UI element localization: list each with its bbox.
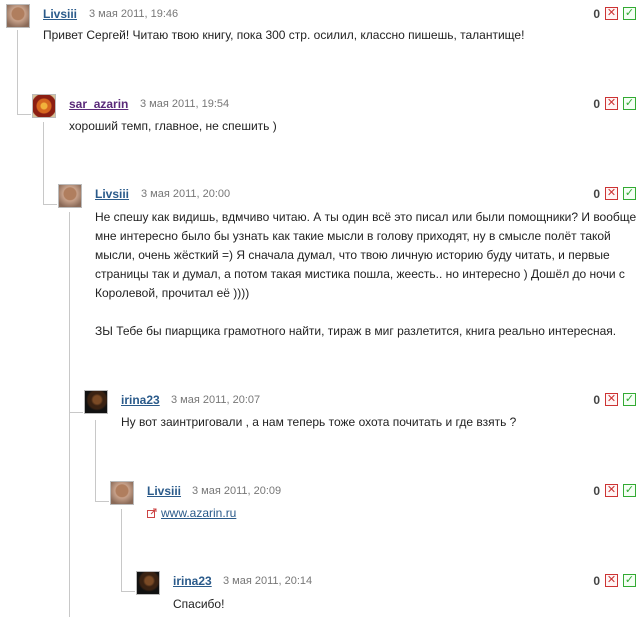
comment: irina23 3 мая 2011, 20:07 0 ✕ ✓ Ну вот з…	[84, 390, 640, 435]
avatar[interactable]	[136, 571, 160, 595]
thread-line	[17, 114, 31, 115]
comment-line: мысли, очень жёсткий =) Я сначала думал,…	[95, 248, 610, 262]
comment-line: хороший темп, главное, не спешить )	[69, 119, 277, 133]
comment-date: 3 мая 2011, 20:09	[192, 485, 282, 497]
comment-date: 3 мая 2011, 19:46	[89, 8, 179, 20]
comment-score: 0	[593, 187, 600, 201]
comment-line: страницы так и думал, а потом такая мист…	[95, 267, 625, 281]
comment-line: Ну вот заинтриговали , а нам теперь тоже…	[121, 415, 517, 429]
thread-line	[95, 501, 109, 502]
comment-score: 0	[593, 97, 600, 111]
avatar[interactable]	[6, 4, 30, 28]
comment-date: 3 мая 2011, 20:07	[171, 394, 261, 406]
vote-down-icon[interactable]: ✕	[605, 97, 618, 110]
comment-line: Спасибо!	[173, 597, 225, 611]
vote-down-icon[interactable]: ✕	[605, 7, 618, 20]
comment-text: хороший темп, главное, не спешить )	[69, 117, 640, 136]
external-link-icon	[147, 508, 157, 518]
comment-line: Королевой, прочитал её ))))	[95, 286, 250, 300]
avatar[interactable]	[110, 481, 134, 505]
vote-up-icon[interactable]: ✓	[623, 97, 636, 110]
comment-date: 3 мая 2011, 19:54	[140, 98, 230, 110]
comment: Livsiii 3 мая 2011, 20:00 0 ✕ ✓ Не спешу…	[58, 184, 640, 344]
comment-text: Не спешу как видишь, вдмчиво читаю. А ты…	[95, 208, 640, 341]
avatar[interactable]	[84, 390, 108, 414]
author-link[interactable]: irina23	[173, 574, 212, 588]
avatar[interactable]	[32, 94, 56, 118]
vote-down-icon[interactable]: ✕	[605, 393, 618, 406]
comment-line: www.azarin.ru	[147, 504, 640, 523]
vote-up-icon[interactable]: ✓	[623, 484, 636, 497]
comment: sar_azarin 3 мая 2011, 19:54 0 ✕ ✓ хорош…	[32, 94, 640, 139]
vote-down-icon[interactable]: ✕	[605, 187, 618, 200]
comment-score: 0	[593, 484, 600, 498]
comment: Livsiii 3 мая 2011, 20:09 0 ✕ ✓ www.azar…	[110, 481, 640, 526]
vote-down-icon[interactable]: ✕	[605, 574, 618, 587]
author-link[interactable]: Livsiii	[43, 7, 77, 21]
avatar[interactable]	[58, 184, 82, 208]
author-link[interactable]: Livsiii	[147, 484, 181, 498]
vote-down-icon[interactable]: ✕	[605, 484, 618, 497]
comment-line	[95, 303, 640, 322]
author-link[interactable]: sar_azarin	[69, 97, 128, 111]
comment-header: irina23 3 мая 2011, 20:14 0 ✕ ✓	[136, 571, 640, 597]
comment-text: Привет Сергей! Читаю твою книгу, пока 30…	[43, 26, 640, 45]
comment: Livsiii 3 мая 2011, 19:46 0 ✕ ✓ Привет С…	[6, 4, 640, 49]
comment-line: Привет Сергей! Читаю твою книгу, пока 30…	[43, 28, 525, 42]
comment-date: 3 мая 2011, 20:14	[223, 575, 313, 587]
author-link[interactable]: irina23	[121, 393, 160, 407]
thread-line	[43, 204, 57, 205]
thread-line	[121, 591, 135, 592]
comment-line: Не спешу как видишь, вдмчиво читаю. А ты…	[95, 210, 637, 224]
vote-up-icon[interactable]: ✓	[623, 7, 636, 20]
comment-line: мне интересно было бы узнать как такие м…	[95, 229, 611, 243]
comment-line: ЗЫ Тебе бы пиарщика грамотного найти, ти…	[95, 324, 617, 338]
comment-score: 0	[593, 7, 600, 21]
comment-date: 3 мая 2011, 20:00	[141, 188, 231, 200]
comment-score: 0	[593, 393, 600, 407]
author-link[interactable]: Livsiii	[95, 187, 129, 201]
thread-line	[69, 412, 83, 413]
comment-header: Livsiii 3 мая 2011, 20:00 0 ✕ ✓	[58, 184, 640, 210]
vote-up-icon[interactable]: ✓	[623, 187, 636, 200]
comment-text: www.azarin.ru	[147, 504, 640, 523]
vote-up-icon[interactable]: ✓	[623, 393, 636, 406]
vote-up-icon[interactable]: ✓	[623, 574, 636, 587]
comment: irina23 3 мая 2011, 20:14 0 ✕ ✓ Спасибо!	[136, 571, 640, 615]
comment-text: Спасибо!	[173, 595, 640, 614]
comment-score: 0	[593, 574, 600, 588]
comment-text: Ну вот заинтриговали , а нам теперь тоже…	[121, 413, 640, 432]
website-link[interactable]: www.azarin.ru	[161, 506, 236, 520]
